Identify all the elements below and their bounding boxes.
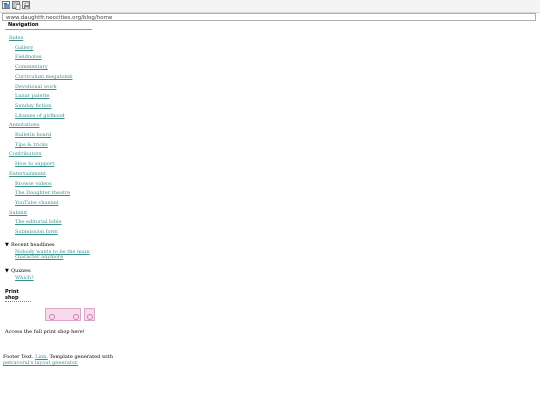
- nav-link[interactable]: Index: [9, 35, 23, 41]
- nav-item: How to support: [15, 160, 97, 170]
- footer-link[interactable]: Link.: [35, 354, 48, 360]
- navigation-title: Navigation: [8, 22, 39, 28]
- nav-link[interactable]: Entertainment: [9, 171, 46, 177]
- nav-link[interactable]: Lunar palette: [15, 93, 49, 99]
- nav-link[interactable]: The editorial bible: [15, 219, 62, 225]
- nav-item: Browse videos: [15, 180, 97, 190]
- nav-item: Entertainment: [9, 170, 97, 180]
- nav-item: The editorial bible: [15, 218, 97, 228]
- nav-item: Submission form: [15, 228, 97, 238]
- nav-item: Lunar palette: [15, 92, 97, 102]
- nav-item: Index: [9, 34, 97, 44]
- nav-item: Bulletin board: [15, 131, 97, 141]
- nav-link[interactable]: Tips & tricks: [15, 142, 48, 148]
- recent-headline-link[interactable]: Nobody wants to be the main character an…: [15, 249, 97, 261]
- nav-link[interactable]: Fieldnotes: [15, 54, 42, 60]
- print-icon[interactable]: [22, 1, 30, 10]
- nav-link[interactable]: Contributors: [9, 151, 41, 157]
- quizzes-toggle[interactable]: ▼ Quizzes: [5, 268, 97, 275]
- nav-link[interactable]: Sunday fiction: [15, 103, 51, 109]
- nav-item: Sunday fiction: [15, 102, 97, 112]
- quiz-link[interactable]: Which?: [15, 275, 97, 282]
- nav-link[interactable]: Submit: [9, 210, 27, 216]
- nav-link[interactable]: YouTube channel: [15, 200, 58, 206]
- nav-link[interactable]: Commentary: [15, 64, 48, 70]
- address-bar[interactable]: www.daughtfr.neocities.org/blog/home: [2, 13, 536, 21]
- nav-item: Submit: [9, 209, 97, 219]
- recent-headlines-toggle[interactable]: ▼ Recent headlines: [5, 242, 97, 249]
- sidebar: Navigation Index Gallery Fieldnotes Comment…: [5, 22, 97, 335]
- nav-item: Devotional work: [15, 83, 97, 93]
- nav-link[interactable]: Browse videos: [15, 181, 52, 187]
- copy-icon[interactable]: [12, 1, 21, 10]
- nav-item: Gallery: [15, 44, 97, 54]
- browser-toolbar: [0, 0, 540, 13]
- nav-item: Annotations: [9, 121, 97, 131]
- quizzes-section: ▼ Quizzes Which?: [5, 268, 97, 282]
- layout-generator-link[interactable]: petracoral's layout generator.: [3, 360, 78, 366]
- recent-headlines-heading: Recent headlines: [11, 241, 55, 248]
- quizzes-heading: Quizzes: [11, 267, 31, 274]
- print-shop-banner[interactable]: [84, 308, 95, 322]
- print-shop-banners: [5, 308, 97, 324]
- navigation-list: Index Gallery Fieldnotes Commentary Curricul…: [5, 34, 97, 238]
- nav-item: Contributors: [9, 150, 97, 160]
- nav-link[interactable]: Devotional work: [15, 84, 57, 90]
- nav-link[interactable]: The Daughter theatre: [15, 190, 70, 196]
- print-shop-text: Access the full print shop here!: [5, 329, 85, 336]
- open-icon[interactable]: [2, 1, 10, 9]
- nav-link[interactable]: Litanies of girlhood: [15, 113, 65, 119]
- nav-link[interactable]: How to support: [15, 161, 54, 167]
- nav-item: Commentary: [15, 63, 97, 73]
- nav-item: Curriculum megatomb: [15, 73, 97, 83]
- nav-item: Tips & tricks: [15, 141, 97, 151]
- circle-icon: [49, 314, 55, 321]
- footer-template-text: Template generated with: [49, 354, 114, 360]
- footer: Footer Text. Link. Template generated wi…: [3, 354, 123, 367]
- print-shop-title: Print shop: [5, 289, 31, 303]
- nav-link[interactable]: Annotations: [9, 122, 39, 128]
- navigation-divider: [5, 29, 92, 30]
- nav-item: YouTube channel: [15, 199, 97, 209]
- recent-headlines-section: ▼ Recent headlines Nobody wants to be the…: [5, 242, 97, 261]
- footer-text: Footer Text.: [3, 354, 34, 360]
- print-shop-banner[interactable]: [45, 308, 81, 322]
- nav-item: The Daughter theatre: [15, 189, 97, 199]
- nav-link[interactable]: Curriculum megatomb: [15, 74, 72, 80]
- nav-link[interactable]: Bulletin board: [15, 132, 51, 138]
- nav-item: Fieldnotes: [15, 53, 97, 63]
- nav-link[interactable]: Submission form: [15, 229, 58, 235]
- nav-item: Litanies of girlhood: [15, 112, 97, 122]
- circle-icon: [87, 314, 93, 321]
- nav-link[interactable]: Gallery: [15, 45, 33, 51]
- circle-icon: [73, 314, 79, 321]
